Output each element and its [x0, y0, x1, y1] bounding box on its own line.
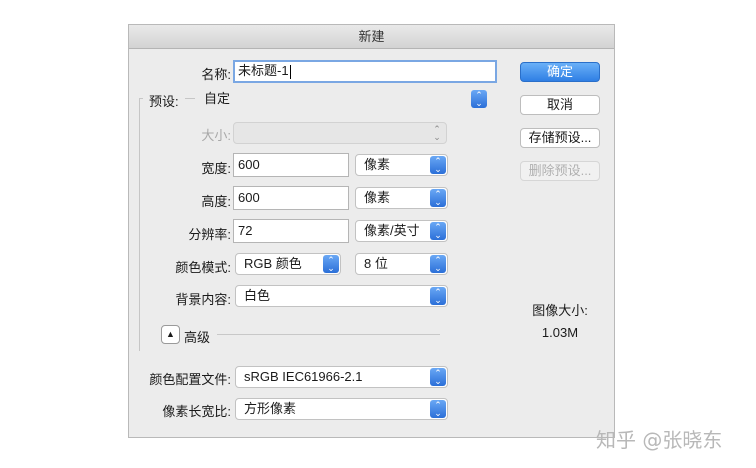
dialog-title: 新建 [129, 25, 614, 49]
advanced-toggle-button[interactable]: ▲ [161, 325, 180, 344]
up-down-chevron-icon: ⌃ ⌄ [430, 156, 446, 174]
resolution-unit-select[interactable]: 像素/英寸 ⌃ ⌄ [355, 220, 448, 242]
size-select: ⌃ ⌄ [233, 122, 447, 144]
image-size-value: 1.03M [541, 325, 579, 340]
resolution-value: 72 [238, 223, 253, 238]
up-down-chevron-icon: ⌃ ⌄ [430, 287, 446, 305]
up-down-chevron-icon: ⌃ ⌄ [433, 124, 441, 142]
up-down-chevron-icon: ⌃ ⌄ [430, 255, 446, 273]
width-value: 600 [238, 157, 260, 172]
resolution-label: 分辨率: [188, 227, 231, 242]
width-unit-value: 像素 [364, 157, 391, 172]
width-unit-select[interactable]: 像素 ⌃ ⌄ [355, 154, 448, 176]
preset-label: 预设: [143, 91, 185, 110]
pixel-aspect-label: 像素长宽比: [162, 404, 231, 419]
save-preset-button[interactable]: 存储预设... [520, 128, 600, 148]
image-size-label: 图像大小: [532, 303, 588, 318]
color-profile-select[interactable]: sRGB IEC61966-2.1 ⌃ ⌄ [235, 366, 448, 388]
up-down-chevron-icon: ⌃ ⌄ [430, 400, 446, 418]
preset-select[interactable]: 自定 ⌃ ⌄ [195, 88, 489, 110]
resolution-unit-value: 像素/英寸 [364, 223, 420, 238]
advanced-label: 高级 [184, 330, 211, 345]
name-input[interactable]: 未标题-1 [233, 60, 497, 83]
preset-value: 自定 [204, 91, 231, 106]
background-select[interactable]: 白色 ⌃ ⌄ [235, 285, 448, 307]
background-label: 背景内容: [175, 292, 231, 307]
bit-depth-value: 8 位 [364, 256, 388, 271]
width-input[interactable]: 600 [233, 153, 349, 177]
ok-button[interactable]: 确定 [520, 62, 600, 82]
width-label: 宽度: [201, 161, 231, 176]
triangle-up-icon: ▲ [166, 329, 175, 339]
delete-preset-button: 删除预设... [520, 161, 600, 181]
background-value: 白色 [244, 288, 271, 303]
watermark-text: 知乎 @张晓东 [596, 428, 723, 452]
up-down-chevron-icon: ⌃ ⌄ [430, 368, 446, 386]
name-label: 名称: [201, 67, 231, 82]
pixel-aspect-select[interactable]: 方形像素 ⌃ ⌄ [235, 398, 448, 420]
height-unit-value: 像素 [364, 190, 391, 205]
height-label: 高度: [201, 194, 231, 209]
color-profile-label: 颜色配置文件: [149, 372, 231, 387]
height-input[interactable]: 600 [233, 186, 349, 210]
color-mode-label: 颜色模式: [175, 260, 231, 275]
up-down-chevron-icon: ⌃ ⌄ [323, 255, 339, 273]
pixel-aspect-value: 方形像素 [244, 401, 297, 416]
cancel-button[interactable]: 取消 [520, 95, 600, 115]
height-value: 600 [238, 190, 260, 205]
resolution-input[interactable]: 72 [233, 219, 349, 243]
height-unit-select[interactable]: 像素 ⌃ ⌄ [355, 187, 448, 209]
advanced-divider [217, 334, 440, 335]
name-input-value: 未标题-1 [238, 63, 289, 78]
color-mode-value: RGB 颜色 [244, 256, 302, 271]
new-document-dialog: 新建 名称: 未标题-1 预设: 自定 ⌃ ⌄ 大小: ⌃ ⌄ 宽度: 600 像素… [128, 24, 615, 438]
color-profile-value: sRGB IEC61966-2.1 [244, 369, 363, 384]
up-down-chevron-icon: ⌃ ⌄ [430, 189, 446, 207]
up-down-chevron-icon: ⌃ ⌄ [430, 222, 446, 240]
up-down-chevron-icon: ⌃ ⌄ [471, 90, 487, 108]
color-mode-select[interactable]: RGB 颜色 ⌃ ⌄ [235, 253, 341, 275]
bit-depth-select[interactable]: 8 位 ⌃ ⌄ [355, 253, 448, 275]
size-label: 大小: [201, 128, 231, 143]
text-cursor [289, 64, 291, 79]
